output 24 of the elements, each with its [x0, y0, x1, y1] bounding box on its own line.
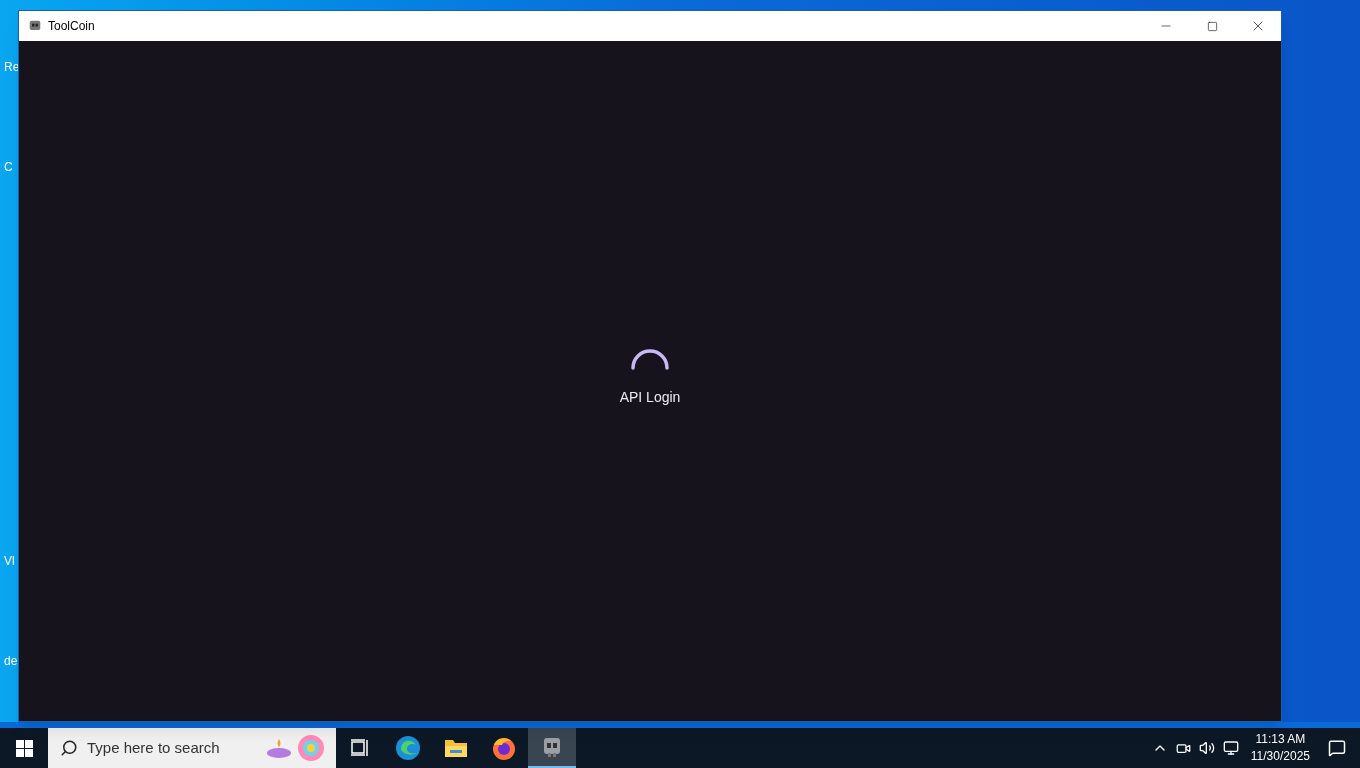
taskbar-app-button[interactable]	[528, 728, 576, 768]
clock-date: 11/30/2025	[1250, 748, 1310, 765]
desktop-icon-label[interactable]: Re	[4, 58, 20, 76]
network-icon[interactable]	[1222, 740, 1239, 756]
windows-logo-icon	[15, 739, 33, 757]
speaker-icon[interactable]	[1198, 740, 1215, 756]
loading-text: API Login	[619, 388, 681, 407]
lamp-and-flower-drawing	[264, 733, 327, 763]
search-field[interactable]: Type here to search	[48, 728, 336, 768]
desktop-icon-label[interactable]: Vl	[4, 552, 15, 570]
desktop-icon-label[interactable]: de	[4, 652, 18, 670]
search-icon	[60, 739, 78, 757]
notifications-icon[interactable]	[1328, 739, 1346, 757]
edge-browser-icon	[395, 735, 421, 761]
robot-app-icon	[28, 19, 42, 33]
folder-icon	[444, 737, 468, 759]
window-title: ToolCoin	[48, 18, 95, 35]
search-placeholder: Type here to search	[87, 737, 220, 758]
maximize-icon	[1206, 20, 1218, 32]
task-view-icon	[350, 739, 370, 757]
clock[interactable]: 11:13 AM 11/30/2025	[1246, 731, 1314, 765]
desktop-icon-label[interactable]: C	[4, 158, 13, 176]
firefox-icon	[491, 735, 517, 761]
clock-time: 11:13 AM	[1255, 731, 1306, 748]
